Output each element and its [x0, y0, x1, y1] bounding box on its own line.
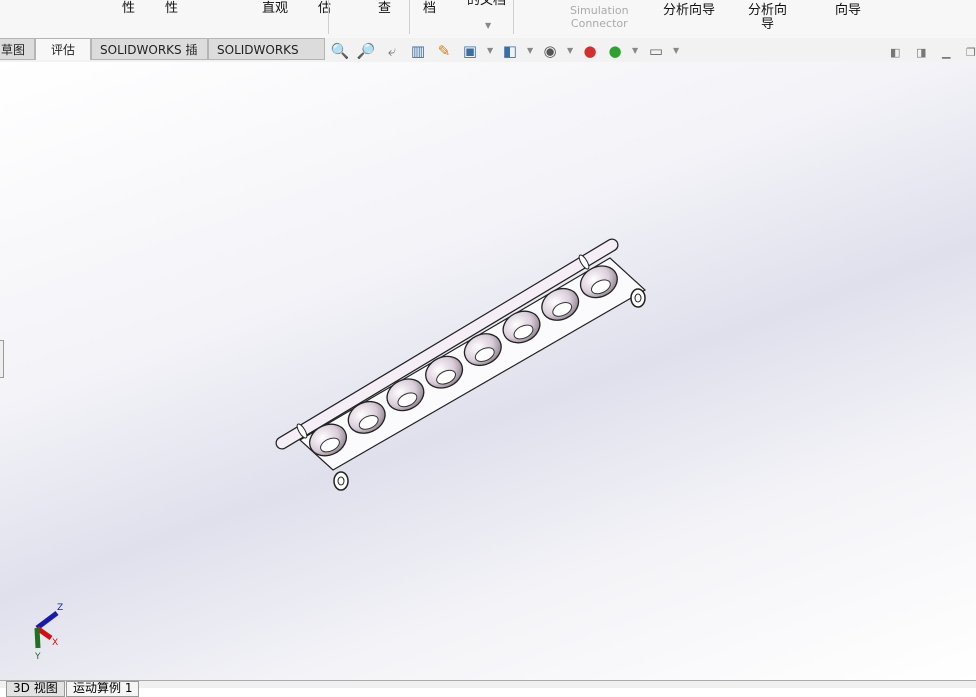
zoom-to-area-icon[interactable]: 🔎: [356, 41, 376, 61]
tab-solidworks-mbd[interactable]: SOLIDWORKS MBD: [208, 38, 325, 79]
reference-triad: Z X Y: [34, 603, 63, 662]
command-manager-ribbon: 性 性 直观 估 查 档 的文档 ▼ Simulation Connector …: [0, 0, 976, 39]
simulation-connector-label[interactable]: Simulation Connector: [570, 4, 629, 30]
ribbon-button-label[interactable]: 性: [122, 2, 135, 16]
section-view-icon[interactable]: ▥: [408, 41, 428, 61]
view-orientation-icon[interactable]: ▣: [460, 41, 480, 61]
ribbon-button-label[interactable]: 性: [165, 2, 178, 16]
ribbon-button-label[interactable]: 直观: [262, 2, 288, 16]
ribbon-button-label[interactable]: 分析向 导: [748, 4, 787, 32]
x-label: X: [52, 638, 58, 648]
z-axis: [35, 611, 59, 630]
ribbon-button-label[interactable]: 查: [378, 2, 391, 16]
ribbon-button-label[interactable]: 分析向导: [663, 4, 715, 18]
ribbon-button-label[interactable]: 档: [423, 2, 436, 16]
graphics-area[interactable]: Z X Y: [0, 62, 976, 682]
ribbon-button-label[interactable]: 估: [318, 2, 331, 16]
chevron-down-icon[interactable]: ▼: [487, 46, 493, 55]
restore-icon[interactable]: ❐: [966, 46, 976, 59]
z-label: Z: [57, 603, 63, 613]
chevron-down-icon[interactable]: ▼: [485, 21, 491, 30]
tab-motion-study-1[interactable]: 运动算例 1: [66, 681, 140, 697]
chevron-down-icon[interactable]: ▼: [632, 46, 638, 55]
tab-solidworks-addins[interactable]: SOLIDWORKS 插件: [91, 38, 208, 79]
y-axis: [34, 627, 41, 649]
hinge-left: [333, 471, 349, 491]
zoom-to-fit-icon[interactable]: 🔍: [330, 41, 350, 61]
label-line: Simulation: [570, 4, 629, 17]
view-settings-icon[interactable]: ▭: [646, 41, 666, 61]
hinge-right: [630, 288, 646, 308]
chevron-down-icon[interactable]: ▼: [567, 46, 573, 55]
label-line: 分析向: [748, 3, 788, 18]
tile-left-icon[interactable]: ◧: [890, 46, 900, 59]
tab-evaluate[interactable]: 评估: [35, 38, 91, 60]
label-line: 导: [761, 17, 775, 32]
chevron-down-icon[interactable]: ▼: [673, 46, 679, 55]
minimize-icon[interactable]: ▁: [942, 46, 950, 59]
model-view[interactable]: [0, 62, 976, 682]
dynamic-annotation-icon[interactable]: ✎: [434, 41, 454, 61]
rod: [275, 238, 619, 450]
tile-right-icon[interactable]: ◨: [916, 46, 926, 59]
tab-sketch[interactable]: 草图: [0, 38, 35, 60]
hide-show-icon[interactable]: ◉: [540, 41, 560, 61]
ribbon-button-label[interactable]: 向导: [835, 4, 861, 18]
edit-appearance-icon[interactable]: ●: [580, 41, 600, 61]
previous-view-icon[interactable]: ⤶: [382, 41, 402, 61]
apply-scene-icon[interactable]: ●: [605, 41, 625, 61]
y-label: Y: [34, 652, 41, 662]
tab-3d-view[interactable]: 3D 视图: [6, 681, 65, 697]
chevron-down-icon[interactable]: ▼: [527, 46, 533, 55]
display-style-icon[interactable]: ◧: [500, 41, 520, 61]
label-line: Connector: [570, 17, 628, 30]
ribbon-button-label[interactable]: 的文档: [467, 0, 506, 8]
